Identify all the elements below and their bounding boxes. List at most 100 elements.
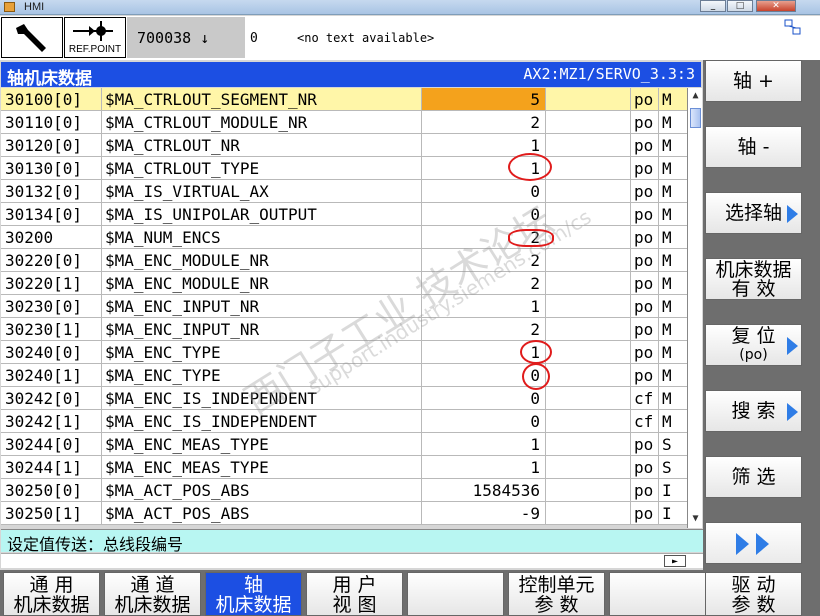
softkey-more[interactable] <box>705 522 802 564</box>
md-number: 30120[0] <box>1 134 102 156</box>
softkey-label: 轴 <box>243 574 263 596</box>
table-row[interactable]: 30242[1] $MA_ENC_IS_INDEPENDENT 0 cf M <box>1 410 687 433</box>
annotation-circle <box>508 229 554 247</box>
md-blank <box>546 502 631 524</box>
table-row[interactable]: 30100[0] $MA_CTRLOUT_SEGMENT_NR 5 po M <box>1 88 687 111</box>
md-value[interactable]: 0 <box>422 387 546 409</box>
table-row[interactable]: 30120[0] $MA_CTRLOUT_NR 1 po M <box>1 134 687 157</box>
table-row[interactable]: 30244[0] $MA_ENC_MEAS_TYPE 1 po S <box>1 433 687 456</box>
md-blank <box>546 479 631 501</box>
softkey-activate-md[interactable]: 机床数据 有 效 <box>705 258 802 300</box>
md-value[interactable]: 2 <box>422 111 546 133</box>
md-class: M <box>662 389 672 408</box>
md-effect: po <box>631 364 659 386</box>
softkey-label <box>610 573 705 575</box>
md-number: 30230[0] <box>1 295 102 317</box>
softkey-user-view[interactable]: 用 户视 图 <box>306 572 403 616</box>
softkey-empty-1[interactable] <box>407 572 504 616</box>
annotation-circle <box>508 153 552 181</box>
scroll-down-icon[interactable]: ▼ <box>689 512 702 527</box>
softkey-empty-2[interactable] <box>609 572 706 616</box>
softkey-general-md[interactable]: 通 用机床数据 <box>3 572 100 616</box>
softkey-cu-params[interactable]: 控制单元参 数 <box>508 572 605 616</box>
md-name: $MA_CTRLOUT_NR <box>102 134 422 156</box>
md-blank <box>546 456 631 478</box>
md-class: I <box>662 504 672 523</box>
softkey-filter[interactable]: 筛 选 <box>705 456 802 498</box>
ref-point-icon[interactable]: REF.POINT <box>64 17 126 58</box>
softkey-select-axis[interactable]: 选择轴 <box>705 192 802 234</box>
md-effect: po <box>631 226 659 248</box>
md-name: $MA_CTRLOUT_MODULE_NR <box>102 111 422 133</box>
ref-point-label: REF.POINT <box>68 44 122 55</box>
close-button[interactable]: ✕ <box>756 0 796 12</box>
scroll-up-icon[interactable]: ▲ <box>689 89 702 104</box>
softkey-label: 轴 - <box>737 136 770 158</box>
md-value[interactable]: 1 <box>422 456 546 478</box>
md-class: M <box>662 251 672 270</box>
md-value[interactable]: 0 <box>422 410 546 432</box>
horizontal-scrollbar[interactable]: ► <box>1 553 703 568</box>
md-number: 30132[0] <box>1 180 102 202</box>
md-effect: po <box>631 318 659 340</box>
softkey-search[interactable]: 搜 索 <box>705 390 802 432</box>
md-effect: po <box>631 157 659 179</box>
table-row[interactable]: 30130[0] $MA_CTRLOUT_TYPE 1 po M <box>1 157 687 180</box>
softkey-label: 轴 + <box>733 70 774 92</box>
softkey-reset-po[interactable]: 复 位 (po) <box>705 324 802 366</box>
md-value[interactable]: 5 <box>422 88 546 110</box>
table-titlebar: 轴机床数据 AX2:MZ1/SERVO_3.3:3 <box>1 62 701 89</box>
table-row[interactable]: 30220[1] $MA_ENC_MODULE_NR 2 po M <box>1 272 687 295</box>
minimize-button[interactable]: _ <box>700 0 726 12</box>
table-row[interactable]: 30250[0] $MA_ACT_POS_ABS 1584536 po I <box>1 479 687 502</box>
md-blank <box>546 157 631 179</box>
table-row[interactable]: 30242[0] $MA_ENC_IS_INDEPENDENT 0 cf M <box>1 387 687 410</box>
more-arrow-icon <box>756 533 769 555</box>
table-row[interactable]: 30110[0] $MA_CTRLOUT_MODULE_NR 2 po M <box>1 111 687 134</box>
table-row[interactable]: 30132[0] $MA_IS_VIRTUAL_AX 0 po M <box>1 180 687 203</box>
md-class: M <box>662 90 672 109</box>
table-title: 轴机床数据 <box>7 69 92 89</box>
md-effect: po <box>631 272 659 294</box>
annotation-circle <box>522 363 550 390</box>
program-box: 700038 ↓ <box>127 17 245 58</box>
axis-info: AX2:MZ1/SERVO_3.3:3 <box>523 65 695 83</box>
softkey-drive-params[interactable]: 驱 动参 数 <box>705 572 802 616</box>
md-effect: po <box>631 180 659 202</box>
softkey-label: 机床数据 <box>114 594 191 616</box>
md-name: $MA_IS_VIRTUAL_AX <box>102 180 422 202</box>
md-class: M <box>662 412 672 431</box>
md-class: M <box>662 297 672 316</box>
table-row[interactable]: 30250[1] $MA_ACT_POS_ABS -9 po I <box>1 502 687 525</box>
softkey-channel-md[interactable]: 通 道机床数据 <box>104 572 201 616</box>
maximize-button[interactable]: □ <box>727 0 753 12</box>
md-class: S <box>662 435 672 454</box>
scroll-thumb[interactable] <box>690 108 701 128</box>
softkey-axis-plus[interactable]: 轴 + <box>705 60 802 102</box>
md-number: 30230[1] <box>1 318 102 340</box>
md-value[interactable]: -9 <box>422 502 546 524</box>
md-effect: po <box>631 88 659 110</box>
softkey-axis-md[interactable]: 轴机床数据 <box>205 572 302 616</box>
table-scrollbar[interactable]: ▲ ▼ <box>687 88 702 528</box>
app-icon <box>4 2 15 12</box>
md-value[interactable]: 1 <box>422 433 546 455</box>
md-effect: po <box>631 341 659 363</box>
md-blank <box>546 249 631 271</box>
md-blank <box>546 180 631 202</box>
softkey-label: 用 户 <box>332 574 377 596</box>
softkey-axis-minus[interactable]: 轴 - <box>705 126 802 168</box>
scroll-right-icon[interactable]: ► <box>664 555 686 567</box>
softkey-label: 机床数据 <box>215 594 292 616</box>
softkey-label: 通 道 <box>130 574 175 596</box>
md-value[interactable]: 1584536 <box>422 479 546 501</box>
window-titlebar: HMI _ □ ✕ <box>0 0 820 15</box>
md-number: 30242[0] <box>1 387 102 409</box>
wrench-icon[interactable] <box>1 17 63 58</box>
md-name: $MA_ENC_MODULE_NR <box>102 249 422 271</box>
status-line: 设定值传送：总线段编号 <box>1 529 703 554</box>
md-blank <box>546 410 631 432</box>
md-blank <box>546 272 631 294</box>
table-row[interactable]: 30220[0] $MA_ENC_MODULE_NR 2 po M <box>1 249 687 272</box>
table-row[interactable]: 30244[1] $MA_ENC_MEAS_TYPE 1 po S <box>1 456 687 479</box>
